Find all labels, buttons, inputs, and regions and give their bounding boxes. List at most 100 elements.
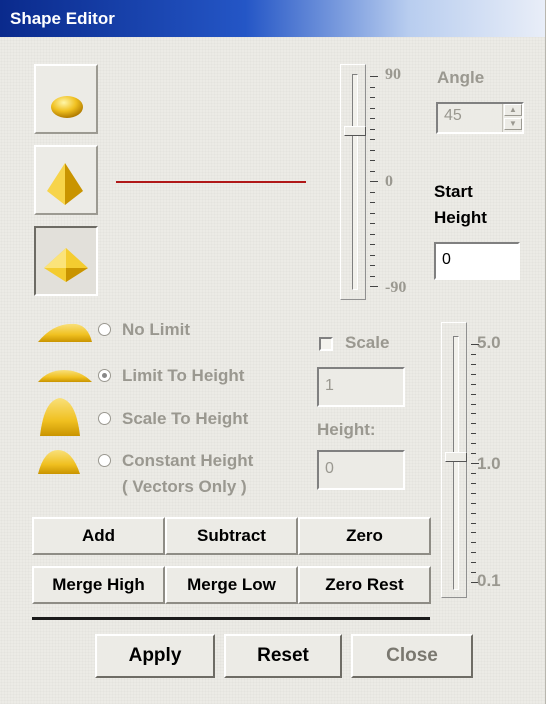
- slider-tick: [370, 286, 378, 287]
- zero-button[interactable]: Zero: [298, 517, 431, 555]
- slider-tick: [471, 502, 476, 504]
- scale-input[interactable]: 1: [317, 367, 405, 407]
- angle-value: 45: [444, 107, 462, 124]
- slider-tick: [370, 181, 378, 182]
- limit-height-dome-icon: [38, 370, 92, 382]
- angle-slider-track: [352, 74, 358, 290]
- merge-low-button[interactable]: Merge Low: [165, 566, 298, 604]
- slider-tick: [370, 128, 375, 130]
- slider-tick: [370, 139, 375, 140]
- diamond-shape-icon: [44, 248, 88, 282]
- slider-tick: [471, 522, 476, 524]
- slider-tick: [370, 160, 375, 161]
- scale-max-label: 5.0: [477, 333, 501, 352]
- limit-to-height-label: Limit To Height: [122, 366, 245, 385]
- dome-shape-icon: [51, 96, 83, 118]
- start-height-value: 0: [442, 251, 451, 268]
- window-title: Shape Editor: [10, 9, 115, 28]
- height-input[interactable]: 0: [317, 450, 405, 490]
- scale-slider-thumb[interactable]: [445, 452, 467, 462]
- slider-tick: [471, 453, 476, 455]
- scale-checkbox[interactable]: [319, 337, 333, 351]
- slider-tick: [370, 191, 375, 193]
- title-bar: Shape Editor: [0, 0, 545, 37]
- pyramid-shape-icon: [47, 163, 83, 205]
- slider-tick: [471, 383, 476, 385]
- height-label: Height:: [317, 420, 376, 439]
- slider-tick: [471, 433, 476, 435]
- subtract-button[interactable]: Subtract: [165, 517, 298, 555]
- slider-tick: [471, 482, 476, 484]
- slider-tick: [471, 353, 476, 355]
- scale-slider-track: [453, 336, 459, 590]
- angle-min-label: -90: [385, 279, 407, 296]
- scale-to-height-label: Scale To Height: [122, 409, 249, 428]
- zero-rest-button[interactable]: Zero Rest: [298, 566, 431, 604]
- apply-button[interactable]: Apply: [95, 634, 215, 678]
- merge-high-button[interactable]: Merge High: [32, 566, 165, 604]
- no-limit-label: No Limit: [122, 320, 190, 339]
- limit-to-height-radio[interactable]: [98, 369, 111, 382]
- angle-slider-thumb[interactable]: [344, 126, 366, 136]
- slider-tick: [370, 97, 375, 98]
- slider-tick: [370, 254, 375, 256]
- angle-mid-label: 0: [385, 173, 393, 190]
- slider-tick: [370, 233, 375, 235]
- slider-tick: [370, 244, 375, 245]
- section-divider: [32, 617, 430, 620]
- slider-tick: [370, 275, 375, 277]
- angle-spinner[interactable]: ▲ ▼: [502, 104, 523, 132]
- slider-tick: [471, 552, 476, 554]
- start-height-label-line2: Height: [434, 208, 487, 227]
- slider-tick: [471, 512, 476, 514]
- shape-profile-line: [116, 181, 306, 183]
- slider-tick: [471, 363, 476, 365]
- slider-tick: [471, 572, 476, 574]
- slider-tick: [370, 118, 375, 119]
- limit-option-icons: [38, 323, 92, 474]
- slider-tick: [370, 212, 375, 214]
- angle-label: Angle: [437, 68, 485, 87]
- angle-slider[interactable]: [340, 64, 366, 300]
- start-height-label-line1: Start: [434, 182, 473, 201]
- slider-tick: [370, 202, 375, 203]
- slider-tick: [370, 149, 375, 151]
- scale-to-height-radio[interactable]: [98, 412, 111, 425]
- scale-min-label: 0.1: [477, 571, 501, 590]
- scale-height-dome-icon: [40, 398, 80, 436]
- constant-height-label: Constant Height: [122, 451, 254, 470]
- slider-tick: [471, 472, 476, 474]
- slider-tick: [471, 393, 476, 395]
- slider-tick: [370, 76, 378, 77]
- diamond-shape-button[interactable]: [34, 226, 98, 296]
- slider-tick: [471, 532, 476, 534]
- slider-tick: [370, 107, 375, 109]
- slider-tick: [370, 86, 375, 88]
- slider-tick: [370, 265, 375, 266]
- slider-tick: [471, 443, 476, 445]
- spin-up-icon[interactable]: ▲: [504, 104, 522, 116]
- constant-height-radio[interactable]: [98, 454, 111, 467]
- slider-tick: [471, 562, 476, 564]
- scale-mid-label: 1.0: [477, 454, 501, 473]
- reset-button[interactable]: Reset: [224, 634, 342, 678]
- angle-max-label: 90: [385, 66, 401, 83]
- pyramid-shape-button[interactable]: [34, 145, 98, 215]
- close-button[interactable]: Close: [351, 634, 473, 678]
- slider-tick: [471, 403, 476, 405]
- scale-label: Scale: [345, 333, 390, 352]
- scale-slider[interactable]: [441, 322, 467, 598]
- slider-tick: [471, 423, 476, 425]
- constant-height-sublabel: ( Vectors Only ): [122, 477, 247, 496]
- scale-value: 1: [325, 377, 334, 394]
- start-height-input[interactable]: 0: [434, 242, 520, 280]
- spin-down-icon[interactable]: ▼: [504, 118, 522, 130]
- constant-height-dome-icon: [38, 450, 80, 474]
- slider-tick: [471, 373, 476, 375]
- add-button[interactable]: Add: [32, 517, 165, 555]
- no-limit-radio[interactable]: [98, 323, 111, 336]
- dome-shape-button[interactable]: [34, 64, 98, 134]
- no-limit-dome-icon: [38, 323, 92, 342]
- slider-tick: [370, 223, 375, 224]
- height-value: 0: [325, 460, 334, 477]
